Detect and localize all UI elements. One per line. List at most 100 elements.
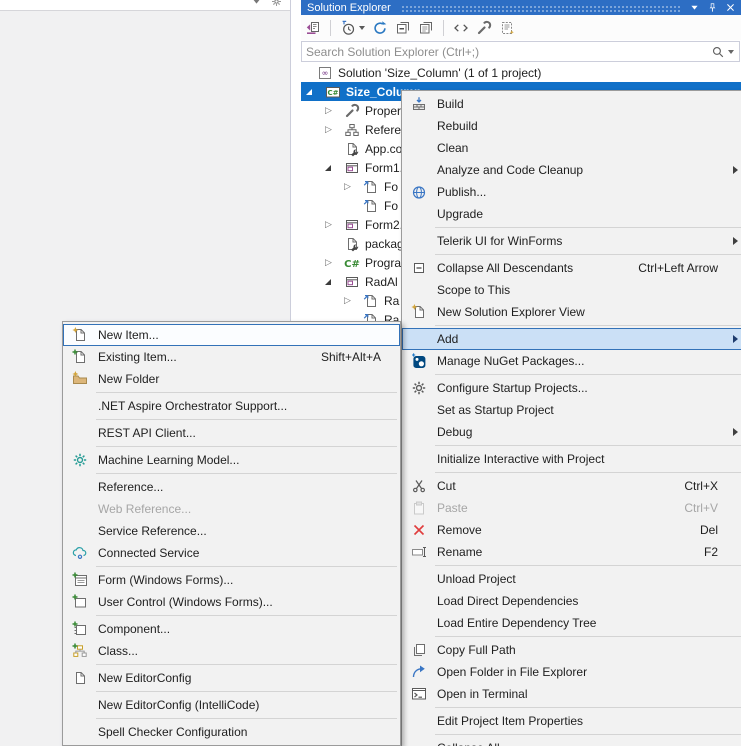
- gear-gray-icon[interactable]: [271, 0, 282, 7]
- menu-item-publish[interactable]: Publish...: [402, 181, 741, 203]
- settings-gear-icon: [408, 380, 430, 396]
- expander-icon[interactable]: [325, 279, 344, 285]
- menu-item-shortcut: Ctrl+Left Arrow: [638, 261, 718, 275]
- menu-item-collapse-all[interactable]: Collapse All: [402, 737, 741, 746]
- menu-item-new-editorconfig-intellicode[interactable]: New EditorConfig (IntelliCode): [63, 694, 400, 716]
- menu-item-component[interactable]: Component...: [63, 618, 400, 640]
- menu-item-open-folder-in-file-explorer[interactable]: Open Folder in File Explorer: [402, 661, 741, 683]
- menu-item-net-aspire-orchestrator-support[interactable]: .NET Aspire Orchestrator Support...: [63, 395, 400, 417]
- menu-item-telerik-ui-for-winforms[interactable]: Telerik UI for WinForms: [402, 230, 741, 252]
- menu-item-label: Load Entire Dependency Tree: [437, 616, 597, 630]
- tree-item-label: Fo: [384, 198, 399, 213]
- build-icon: [408, 96, 430, 112]
- menu-item-upgrade[interactable]: Upgrade: [402, 203, 741, 225]
- pending-changes-filter-button[interactable]: [340, 20, 365, 36]
- menu-item-reference[interactable]: Reference...: [63, 476, 400, 498]
- menu-item-debug[interactable]: Debug: [402, 421, 741, 443]
- menu-item-load-direct-dependencies[interactable]: Load Direct Dependencies: [402, 590, 741, 612]
- window-position-button[interactable]: [689, 2, 700, 13]
- search-box: [301, 41, 740, 62]
- menu-separator: [435, 445, 741, 446]
- menu-item-service-reference[interactable]: Service Reference...: [63, 520, 400, 542]
- drag-grip[interactable]: [400, 4, 680, 12]
- form-icon: [344, 274, 360, 290]
- menu-item-new-editorconfig[interactable]: New EditorConfig: [63, 667, 400, 689]
- csharp-project-icon: C#: [325, 84, 341, 100]
- tree-item-label: Solution 'Size_Column' (1 of 1 project): [338, 65, 542, 80]
- show-all-files-button[interactable]: [418, 20, 434, 36]
- switch-views-icon: [305, 20, 321, 36]
- references-icon: [344, 122, 360, 138]
- menu-item-new-solution-explorer-view[interactable]: New Solution Explorer View: [402, 301, 741, 323]
- expander-icon[interactable]: [325, 165, 344, 171]
- properties-button[interactable]: [476, 20, 492, 36]
- search-input[interactable]: [302, 44, 711, 59]
- menu-item-form-windows-forms[interactable]: Form (Windows Forms)...: [63, 569, 400, 591]
- expander-icon[interactable]: [325, 105, 344, 116]
- menu-item-label: New Folder: [98, 372, 160, 386]
- view-code-button[interactable]: [453, 20, 469, 36]
- expander-icon[interactable]: [306, 89, 325, 95]
- menu-item-new-item[interactable]: New Item...: [63, 324, 400, 346]
- sync-with-active-document-button[interactable]: [372, 20, 388, 36]
- menu-item-set-as-startup-project[interactable]: Set as Startup Project: [402, 399, 741, 421]
- menu-item-rest-api-client[interactable]: REST API Client...: [63, 422, 400, 444]
- switch-views-button[interactable]: [305, 20, 321, 36]
- menu-item-edit-project-item-properties[interactable]: Edit Project Item Properties: [402, 710, 741, 732]
- menu-item-rebuild[interactable]: Rebuild: [402, 115, 741, 137]
- menu-item-copy-full-path[interactable]: Copy Full Path: [402, 639, 741, 661]
- menu-item-label: Paste: [437, 501, 468, 515]
- menu-item-configure-startup-projects[interactable]: Configure Startup Projects...: [402, 377, 741, 399]
- add-usercontrol-icon: [69, 594, 91, 610]
- file-arrow-icon: [363, 179, 379, 195]
- menu-item-user-control-windows-forms[interactable]: User Control (Windows Forms)...: [63, 591, 400, 613]
- menu-item-clean[interactable]: Clean: [402, 137, 741, 159]
- menu-item-label: User Control (Windows Forms)...: [98, 595, 273, 609]
- menu-item-unload-project[interactable]: Unload Project: [402, 568, 741, 590]
- preview-selected-items-button[interactable]: [499, 20, 515, 36]
- menu-item-add[interactable]: Add: [402, 328, 741, 350]
- pin-button[interactable]: [707, 2, 718, 13]
- close-button[interactable]: [725, 2, 736, 13]
- menu-item-label: New Item...: [98, 328, 159, 342]
- menu-item-analyze-and-code-cleanup[interactable]: Analyze and Code Cleanup: [402, 159, 741, 181]
- menu-item-connected-service[interactable]: Connected Service: [63, 542, 400, 564]
- menu-item-build[interactable]: Build: [402, 93, 741, 115]
- search-options-caret-icon[interactable]: [728, 49, 734, 54]
- menu-item-open-in-terminal[interactable]: Open in Terminal: [402, 683, 741, 705]
- menu-separator: [96, 691, 397, 692]
- chevron-down-gray-icon[interactable]: [251, 0, 262, 7]
- expander-icon[interactable]: [344, 295, 363, 306]
- menu-item-collapse-all-descendants[interactable]: Collapse All Descendants Ctrl+Left Arrow: [402, 257, 741, 279]
- menu-item-machine-learning-model[interactable]: Machine Learning Model...: [63, 449, 400, 471]
- menu-item-shortcut: Ctrl+V: [684, 501, 718, 515]
- menu-item-rename[interactable]: Rename F2: [402, 541, 741, 563]
- menu-item-label: Spell Checker Configuration: [98, 725, 248, 739]
- add-form-icon: [69, 572, 91, 588]
- expander-icon[interactable]: [344, 181, 363, 192]
- menu-item-initialize-interactive-with-project[interactable]: Initialize Interactive with Project: [402, 448, 741, 470]
- menu-item-label: Existing Item...: [98, 350, 177, 364]
- collapse-all-button[interactable]: [395, 20, 411, 36]
- svg-text:∞: ∞: [322, 68, 329, 77]
- menu-item-existing-item[interactable]: Existing Item... Shift+Alt+A: [63, 346, 400, 368]
- menu-item-label: REST API Client...: [98, 426, 196, 440]
- publish-icon: [408, 184, 430, 200]
- expander-icon[interactable]: [325, 219, 344, 230]
- menu-item-scope-to-this[interactable]: Scope to This: [402, 279, 741, 301]
- expander-icon[interactable]: [325, 257, 344, 268]
- tree-item-solution-size-column-1-of-1-project[interactable]: ∞ Solution 'Size_Column' (1 of 1 project): [301, 63, 741, 82]
- search-icon[interactable]: [711, 45, 725, 59]
- menu-item-remove[interactable]: Remove Del: [402, 519, 741, 541]
- menu-item-cut[interactable]: Cut Ctrl+X: [402, 475, 741, 497]
- menu-item-label: Rebuild: [437, 119, 478, 133]
- titlebar-buttons: [689, 2, 736, 13]
- expander-icon[interactable]: [325, 124, 344, 135]
- menu-item-load-entire-dependency-tree[interactable]: Load Entire Dependency Tree: [402, 612, 741, 634]
- menu-item-label: Rename: [437, 545, 483, 559]
- menu-item-spell-checker-configuration[interactable]: Spell Checker Configuration: [63, 721, 400, 743]
- svg-text:C#: C#: [327, 88, 338, 96]
- menu-item-class[interactable]: Class...: [63, 640, 400, 662]
- menu-item-manage-nuget-packages[interactable]: Manage NuGet Packages...: [402, 350, 741, 372]
- menu-item-new-folder[interactable]: New Folder: [63, 368, 400, 390]
